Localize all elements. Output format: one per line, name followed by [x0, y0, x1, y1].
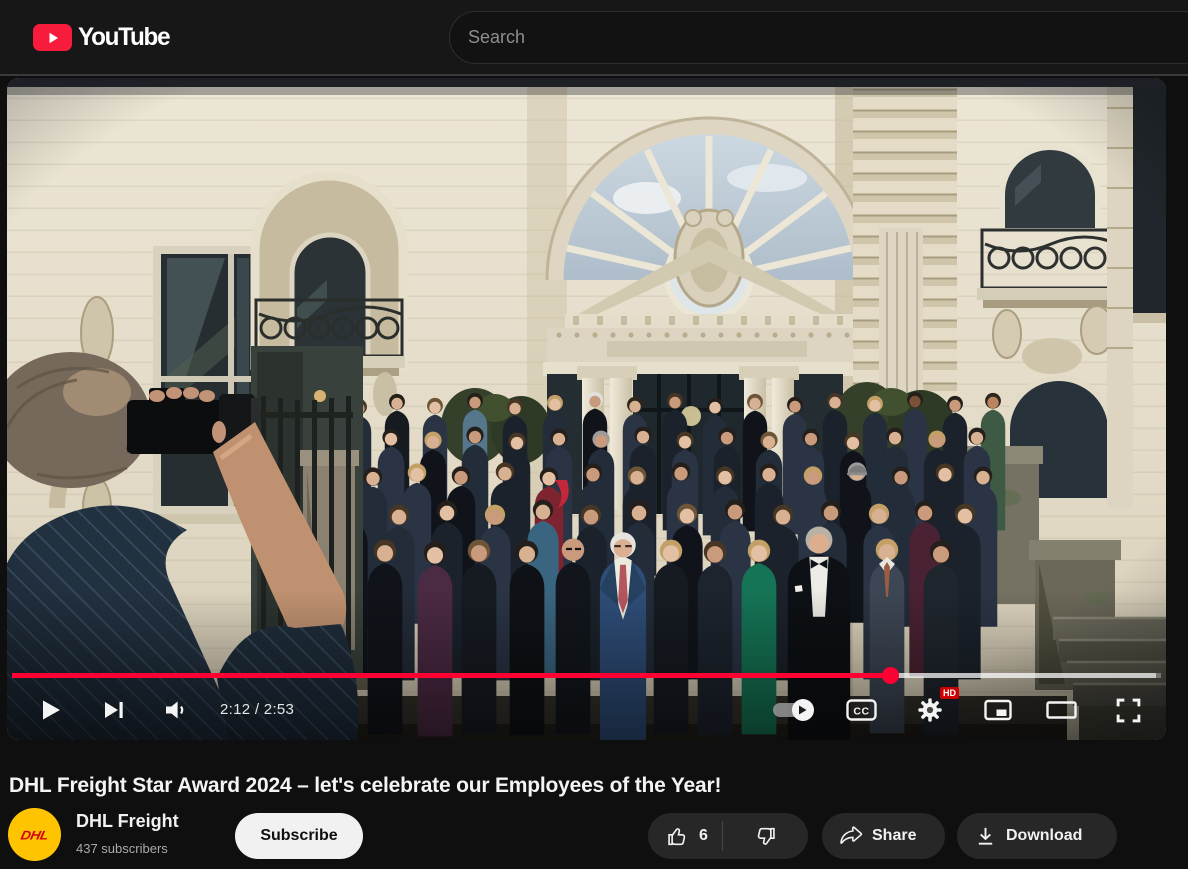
svg-text:CC: CC [853, 706, 869, 718]
like-button[interactable]: 6 [648, 825, 708, 848]
subscriber-count: 437 subscribers [76, 841, 168, 856]
youtube-logo[interactable]: YouTube [33, 23, 172, 52]
progress-played [12, 673, 890, 678]
dislike-button[interactable] [723, 825, 808, 848]
download-label: Download [1006, 827, 1082, 845]
autoplay-toggle[interactable] [765, 690, 817, 730]
subscribe-button[interactable]: Subscribe [235, 813, 363, 859]
youtube-logo-text: YouTube [78, 23, 169, 52]
like-count: 6 [699, 827, 708, 845]
volume-button[interactable] [159, 690, 195, 730]
video-title: DHL Freight Star Award 2024 – let's cele… [9, 774, 1159, 798]
theater-icon [1046, 699, 1077, 721]
next-icon [101, 697, 127, 723]
play-button[interactable] [33, 690, 67, 730]
like-dislike-bar: 6 [648, 813, 808, 859]
autoplay-toggle-icon [773, 703, 810, 717]
video-frame [7, 78, 1166, 740]
channel-avatar[interactable]: DHL [8, 808, 61, 861]
youtube-watch-page: { "masthead": { "logo_text": "YouTube", … [0, 0, 1188, 869]
hd-quality-badge: HD [940, 687, 959, 699]
fullscreen-icon [1115, 697, 1142, 724]
progress-remaining [1156, 673, 1161, 678]
progress-buffered [890, 673, 1156, 678]
miniplayer-icon [984, 699, 1012, 722]
download-icon [974, 825, 997, 848]
miniplayer-button[interactable] [977, 690, 1019, 730]
video-player[interactable]: 2:12 / 2:53 CC HD [7, 78, 1166, 740]
share-arrow-icon [839, 824, 863, 848]
player-controls: 2:12 / 2:53 CC HD [7, 688, 1166, 732]
share-label: Share [872, 827, 916, 845]
search-box [449, 11, 1188, 64]
settings-button[interactable]: HD [909, 690, 951, 730]
progress-bar[interactable] [12, 673, 1161, 678]
masthead: YouTube [0, 0, 1188, 76]
thumbs-up-icon [666, 825, 689, 848]
play-icon [37, 697, 63, 723]
time-display: 2:12 / 2:53 [220, 701, 294, 718]
channel-avatar-text: DHL [19, 827, 49, 841]
fullscreen-button[interactable] [1107, 690, 1149, 730]
subtitles-icon: CC [846, 698, 877, 722]
share-button[interactable]: Share [822, 813, 945, 859]
next-button[interactable] [97, 690, 131, 730]
volume-icon [163, 698, 192, 722]
youtube-play-icon [33, 24, 72, 51]
channel-name[interactable]: DHL Freight [76, 811, 179, 832]
search-input[interactable] [450, 12, 1150, 63]
thumbs-down-icon [754, 825, 777, 848]
progress-scrubber[interactable] [882, 667, 899, 684]
download-button[interactable]: Download [957, 813, 1117, 859]
subtitles-button[interactable]: CC [841, 690, 881, 730]
settings-gear-icon [916, 696, 944, 724]
theater-mode-button[interactable] [1039, 690, 1083, 730]
